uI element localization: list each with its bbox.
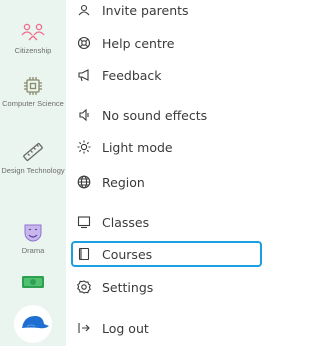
sidebar-item-label: Computer Science (2, 99, 64, 108)
menu-item-invite-parents[interactable]: Invite parents (74, 0, 261, 23)
subject-sidebar: Citizenship Computer Science Design Tech… (0, 0, 66, 346)
speaker-icon (76, 107, 92, 123)
cap-icon (14, 305, 52, 343)
book-icon (76, 246, 92, 262)
menu-item-log-out[interactable]: Log out (74, 315, 261, 341)
settings-menu: Invite parents Help centre Feedback No s… (66, 0, 263, 346)
menu-item-label: Help centre (102, 35, 175, 51)
globe-icon (76, 174, 92, 190)
menu-item-courses[interactable]: Courses (71, 241, 262, 267)
menu-item-label: Classes (102, 214, 150, 230)
megaphone-icon (76, 67, 92, 83)
menu-item-label: No sound effects (102, 107, 208, 123)
help-icon (76, 35, 92, 51)
sidebar-item-label: Citizenship (14, 46, 52, 55)
menu-item-help-centre[interactable]: Help centre (74, 30, 261, 56)
invite-icon (76, 2, 92, 18)
sidebar-item-cap[interactable] (0, 304, 66, 344)
ruler-icon (23, 143, 43, 161)
sidebar-item-computer-science[interactable]: Computer Science (0, 75, 66, 108)
sidebar-item-label: Design Technology (1, 166, 65, 175)
people-network-icon (21, 23, 45, 41)
sidebar-item-drama[interactable]: Drama (0, 222, 66, 255)
sidebar-item-citizenship[interactable]: Citizenship (0, 22, 66, 55)
theatre-mask-icon (24, 224, 42, 242)
menu-item-region[interactable]: Region (74, 169, 261, 195)
menu-item-feedback[interactable]: Feedback (74, 62, 261, 88)
menu-item-settings[interactable]: Settings (74, 274, 261, 300)
board-icon (76, 214, 92, 230)
logout-icon (76, 320, 92, 336)
menu-item-no-sound-effects[interactable]: No sound effects (74, 102, 261, 128)
menu-item-label: Invite parents (102, 2, 189, 18)
menu-item-label: Courses (102, 246, 153, 262)
chip-icon (24, 77, 42, 95)
menu-item-label: Settings (102, 279, 154, 295)
menu-item-label: Light mode (102, 139, 173, 155)
gear-icon (76, 279, 92, 295)
menu-item-label: Region (102, 174, 145, 190)
sidebar-item-label: Drama (21, 246, 45, 255)
menu-item-light-mode[interactable]: Light mode (74, 134, 261, 160)
menu-item-label: Log out (102, 320, 149, 336)
menu-item-classes[interactable]: Classes (74, 209, 261, 235)
sidebar-item-money[interactable] (0, 274, 66, 290)
menu-item-label: Feedback (102, 67, 162, 83)
money-icon (22, 276, 44, 288)
sidebar-item-design-technology[interactable]: Design Technology (0, 140, 66, 175)
sun-icon (76, 139, 92, 155)
